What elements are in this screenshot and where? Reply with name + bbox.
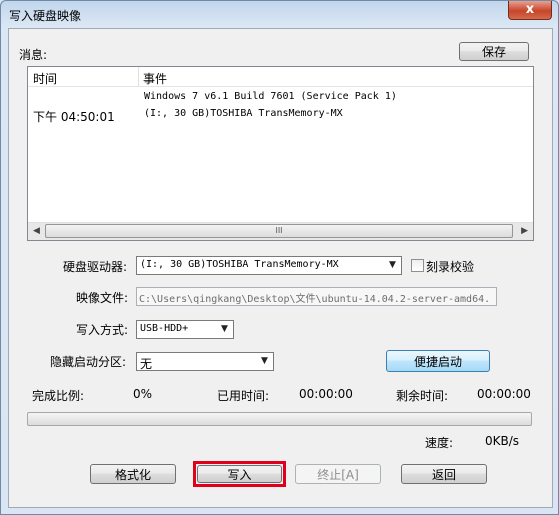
scroll-thumb[interactable]: III bbox=[45, 224, 513, 238]
write-method-select[interactable]: USB-HDD+ ▼ bbox=[136, 320, 234, 339]
abort-button[interactable]: 终止[A] bbox=[295, 464, 381, 484]
chevron-down-icon: ▼ bbox=[261, 356, 268, 366]
write-method-value: USB-HDD+ bbox=[140, 323, 189, 334]
remaining-time-value: 00:00:00 bbox=[477, 387, 531, 401]
column-header-event[interactable]: 事件 bbox=[143, 70, 167, 87]
image-file-label: 映像文件: bbox=[76, 291, 129, 305]
progress-value: 0% bbox=[133, 387, 153, 401]
hidden-partition-value: 无 bbox=[140, 357, 153, 371]
column-divider[interactable] bbox=[138, 67, 139, 86]
row-event-line2: (I:, 30 GB)TOSHIBA TransMemory-MX bbox=[144, 108, 343, 119]
elapsed-time-label: 已用时间: bbox=[217, 389, 270, 403]
write-button[interactable]: 写入 bbox=[197, 465, 282, 483]
close-button[interactable]: x bbox=[508, 1, 552, 20]
drive-label: 硬盘驱动器: bbox=[63, 260, 128, 274]
write-method-label: 写入方式: bbox=[76, 323, 129, 337]
message-list-header: 时间 事件 bbox=[28, 67, 533, 87]
remaining-time-label: 剩余时间: bbox=[396, 389, 449, 403]
hidden-partition-select[interactable]: 无 ▼ bbox=[136, 352, 274, 371]
chevron-down-icon: ▼ bbox=[389, 260, 396, 270]
dialog-body: 消息: 保存 时间 事件 下午 04:50:01 Windows 7 v6.1 … bbox=[8, 28, 553, 508]
format-button[interactable]: 格式化 bbox=[90, 464, 176, 484]
speed-value: 0KB/s bbox=[485, 434, 520, 448]
progress-bar bbox=[27, 412, 532, 426]
row-event-line1: Windows 7 v6.1 Build 7601 (Service Pack … bbox=[144, 91, 397, 102]
drive-select-value: (I:, 30 GB)TOSHIBA TransMemory-MX bbox=[140, 259, 339, 270]
messages-label: 消息: bbox=[19, 48, 48, 62]
column-header-time[interactable]: 时间 bbox=[33, 70, 57, 87]
elapsed-time-value: 00:00:00 bbox=[299, 387, 353, 401]
table-row[interactable]: 下午 04:50:01 Windows 7 v6.1 Build 7601 (S… bbox=[28, 88, 533, 124]
save-button[interactable]: 保存 bbox=[459, 42, 529, 61]
verify-checkbox[interactable] bbox=[411, 259, 424, 272]
speed-label: 速度: bbox=[425, 436, 454, 450]
back-button[interactable]: 返回 bbox=[401, 464, 487, 484]
drive-select[interactable]: (I:, 30 GB)TOSHIBA TransMemory-MX ▼ bbox=[136, 256, 402, 275]
scroll-left-icon[interactable]: ◀ bbox=[33, 226, 40, 236]
row-time: 下午 04:50:01 bbox=[33, 110, 115, 124]
hidden-partition-label: 隐藏启动分区: bbox=[50, 355, 127, 369]
scroll-right-icon[interactable]: ▶ bbox=[521, 226, 528, 236]
horizontal-scrollbar[interactable]: ◀ III ▶ bbox=[28, 222, 533, 240]
verify-label[interactable]: 刻录校验 bbox=[426, 258, 474, 275]
message-list[interactable]: 时间 事件 下午 04:50:01 Windows 7 v6.1 Build 7… bbox=[27, 66, 534, 241]
image-file-input[interactable]: C:\Users\qingkang\Desktop\文件\ubuntu-14.0… bbox=[136, 287, 497, 306]
dialog-window: 写入硬盘映像 x 消息: 保存 时间 事件 下午 04:50:01 Window… bbox=[0, 0, 559, 515]
window-title: 写入硬盘映像 bbox=[9, 9, 82, 23]
title-bar[interactable]: 写入硬盘映像 x bbox=[1, 1, 558, 27]
progress-label: 完成比例: bbox=[32, 389, 85, 403]
chevron-down-icon: ▼ bbox=[221, 324, 228, 334]
quick-boot-button[interactable]: 便捷启动 bbox=[386, 350, 490, 372]
